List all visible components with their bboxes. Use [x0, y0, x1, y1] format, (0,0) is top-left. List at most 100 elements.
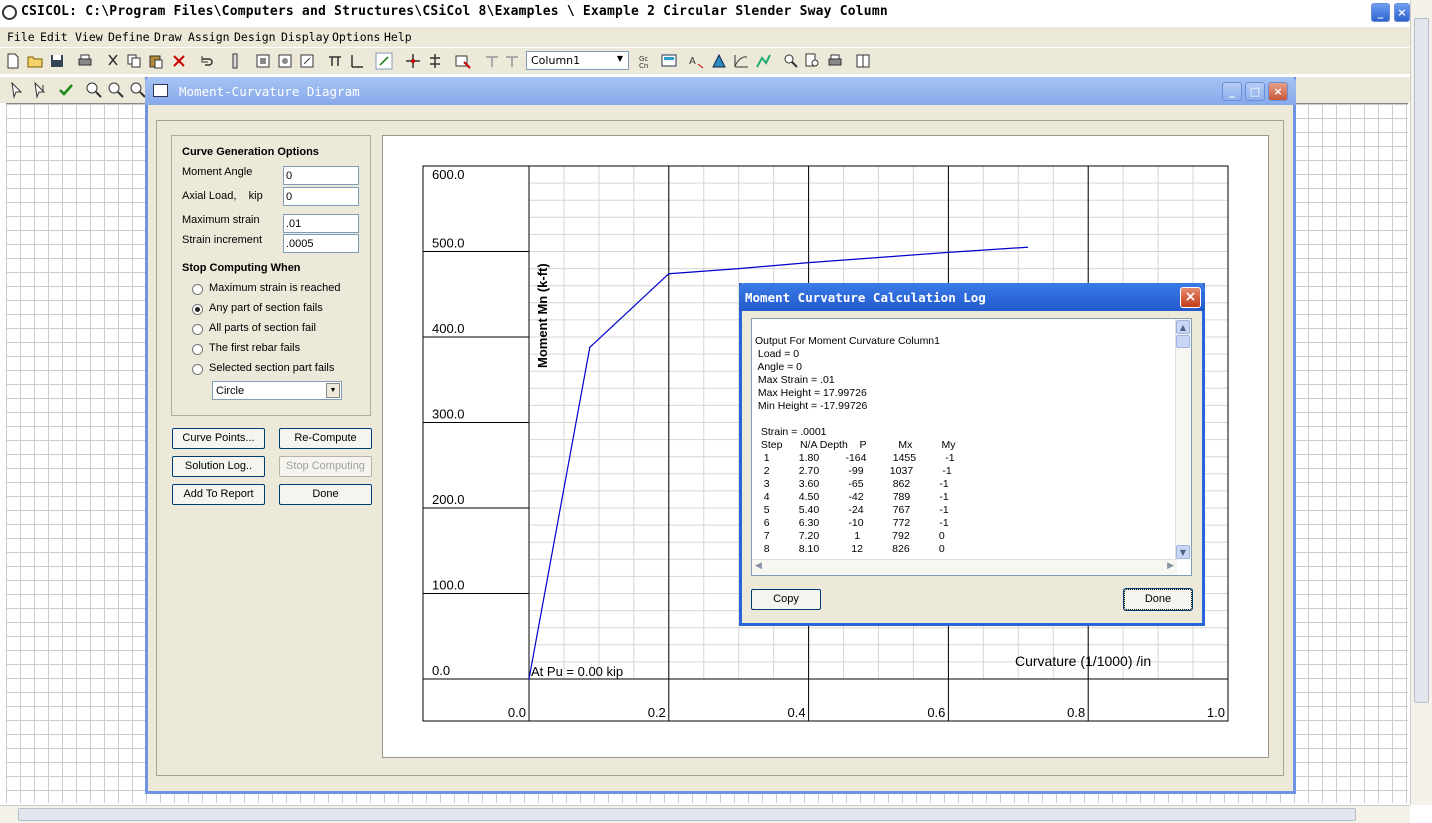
- menu-define[interactable]: Define: [108, 30, 150, 44]
- properties-icon[interactable]: [660, 52, 678, 70]
- print-report-icon[interactable]: [826, 52, 844, 70]
- print-icon[interactable]: [76, 52, 94, 70]
- menu-design[interactable]: Design: [234, 30, 276, 44]
- moment-angle-input[interactable]: 0: [283, 166, 359, 185]
- dialog-close-button[interactable]: ×: [1268, 82, 1288, 101]
- delete-icon[interactable]: [170, 52, 188, 70]
- curve-icon[interactable]: [732, 52, 750, 70]
- chevron-down-icon[interactable]: ▼: [326, 383, 340, 398]
- menu-view[interactable]: View: [75, 30, 103, 44]
- pointer-icon[interactable]: [7, 81, 25, 99]
- chevron-down-icon[interactable]: ▼: [614, 54, 626, 67]
- 3d-surface-icon[interactable]: [710, 52, 728, 70]
- help-book-icon[interactable]: [854, 52, 872, 70]
- log-scroll-thumb[interactable]: [1176, 335, 1190, 348]
- scroll-right-icon[interactable]: ▶: [1167, 561, 1174, 571]
- radio-all-parts-fail[interactable]: [192, 324, 203, 335]
- column-tool-icon[interactable]: [226, 52, 244, 70]
- paste-icon[interactable]: [147, 52, 165, 70]
- reshape-pointer-icon[interactable]: [30, 81, 48, 99]
- dialog-minimize-button[interactable]: _: [1222, 82, 1242, 101]
- open-folder-icon[interactable]: [26, 52, 44, 70]
- align-tool-icon[interactable]: [426, 52, 444, 70]
- section-tool-2-icon[interactable]: [276, 52, 294, 70]
- cross-section-icon[interactable]: Gc Cn: [638, 52, 656, 70]
- contour-icon[interactable]: [754, 52, 772, 70]
- radio-selected-part-fails[interactable]: [192, 364, 203, 375]
- log-vertical-scrollbar[interactable]: ▲ ▼: [1175, 319, 1191, 560]
- y-axis-label: Moment Mn (k-ft): [535, 263, 550, 368]
- section-tool-1-icon[interactable]: [254, 52, 272, 70]
- moment-angle-label: Moment Angle: [182, 166, 253, 178]
- app-title-bar: CSICOL: C:\Program Files\Computers and S…: [0, 0, 1410, 26]
- log-horizontal-scrollbar[interactable]: ◀ ▶: [752, 559, 1177, 575]
- copy-icon[interactable]: [125, 52, 143, 70]
- section-tool-3-icon[interactable]: [298, 52, 316, 70]
- vertical-scroll-thumb[interactable]: [1414, 18, 1429, 703]
- log-close-button[interactable]: ×: [1180, 287, 1201, 308]
- stop-computing-button[interactable]: Stop Computing: [279, 456, 372, 477]
- undo-icon[interactable]: [197, 52, 215, 70]
- zoom-report-icon[interactable]: [782, 52, 800, 70]
- radio-max-strain-label[interactable]: Maximum strain is reached: [209, 282, 340, 294]
- recompute-button[interactable]: Re-Compute: [279, 428, 372, 449]
- scroll-up-icon[interactable]: ▲: [1176, 320, 1190, 334]
- axis-tool-icon[interactable]: [348, 52, 366, 70]
- minimize-button[interactable]: _: [1371, 3, 1390, 22]
- check-section-icon[interactable]: [454, 52, 472, 70]
- radio-max-strain[interactable]: [192, 284, 203, 295]
- max-strain-input[interactable]: .01: [283, 214, 359, 233]
- radio-selected-part-fails-label[interactable]: Selected section part fails: [209, 362, 334, 374]
- menu-options[interactable]: Options: [332, 30, 380, 44]
- radio-first-rebar-fails-label[interactable]: The first rebar fails: [209, 342, 300, 354]
- menu-draw[interactable]: Draw: [154, 30, 182, 44]
- menu-display[interactable]: Display: [281, 30, 329, 44]
- menu-file[interactable]: File: [7, 30, 35, 44]
- shape-tool-icon[interactable]: [326, 52, 344, 70]
- column-select[interactable]: Column1 ▼: [526, 51, 629, 70]
- max-strain-label: Maximum strain: [182, 214, 260, 226]
- radio-first-rebar-fails[interactable]: [192, 344, 203, 355]
- section-part-select[interactable]: Circle ▼: [212, 381, 342, 400]
- horizontal-scroll-thumb[interactable]: [18, 808, 1356, 821]
- new-file-icon[interactable]: [4, 52, 22, 70]
- x-tick-label: 0.4: [788, 705, 806, 720]
- y-tick-label: 300.0: [432, 407, 465, 422]
- add-to-report-button[interactable]: Add To Report: [172, 484, 265, 505]
- scroll-down-icon[interactable]: ▼: [1176, 545, 1190, 559]
- radio-any-part-fails[interactable]: [192, 304, 203, 315]
- menu-help[interactable]: Help: [384, 30, 412, 44]
- check-icon[interactable]: [57, 81, 75, 99]
- log-line: Angle = 0: [755, 361, 802, 373]
- log-copy-button[interactable]: Copy: [751, 589, 821, 610]
- strain-increment-input[interactable]: .0005: [283, 234, 359, 253]
- done-button[interactable]: Done: [279, 484, 372, 505]
- solution-log-button[interactable]: Solution Log..: [172, 456, 265, 477]
- zoom-in-icon[interactable]: [85, 81, 103, 99]
- snap-tool-icon[interactable]: [375, 52, 393, 70]
- scroll-left-icon[interactable]: ◀: [755, 561, 762, 571]
- menu-edit[interactable]: Edit: [40, 30, 68, 44]
- interaction-icon[interactable]: A: [688, 52, 706, 70]
- axial-load-input[interactable]: 0: [283, 187, 359, 206]
- save-icon[interactable]: [48, 52, 66, 70]
- radio-all-parts-fail-label[interactable]: All parts of section fail: [209, 322, 316, 334]
- log-line: Load = 0: [755, 348, 800, 360]
- horizontal-scrollbar[interactable]: [0, 805, 1410, 823]
- move-tool-icon[interactable]: [404, 52, 422, 70]
- stop-computing-heading: Stop Computing When: [182, 262, 301, 274]
- cut-icon[interactable]: [104, 52, 122, 70]
- log-done-button[interactable]: Done: [1123, 588, 1193, 611]
- log-text-area[interactable]: Output For Moment Curvature Column1 Load…: [751, 318, 1192, 576]
- vertical-scrollbar[interactable]: [1410, 0, 1432, 805]
- close-button[interactable]: ×: [1394, 3, 1410, 22]
- menu-assign[interactable]: Assign: [188, 30, 230, 44]
- zoom-out-icon[interactable]: [107, 81, 125, 99]
- find-icon[interactable]: [804, 52, 822, 70]
- dialog-maximize-button[interactable]: □: [1245, 82, 1265, 101]
- radio-any-part-fails-label[interactable]: Any part of section fails: [209, 302, 323, 314]
- csicol-app-icon: [2, 5, 17, 20]
- curve-points-button[interactable]: Curve Points...: [172, 428, 265, 449]
- window-icon: [153, 84, 168, 97]
